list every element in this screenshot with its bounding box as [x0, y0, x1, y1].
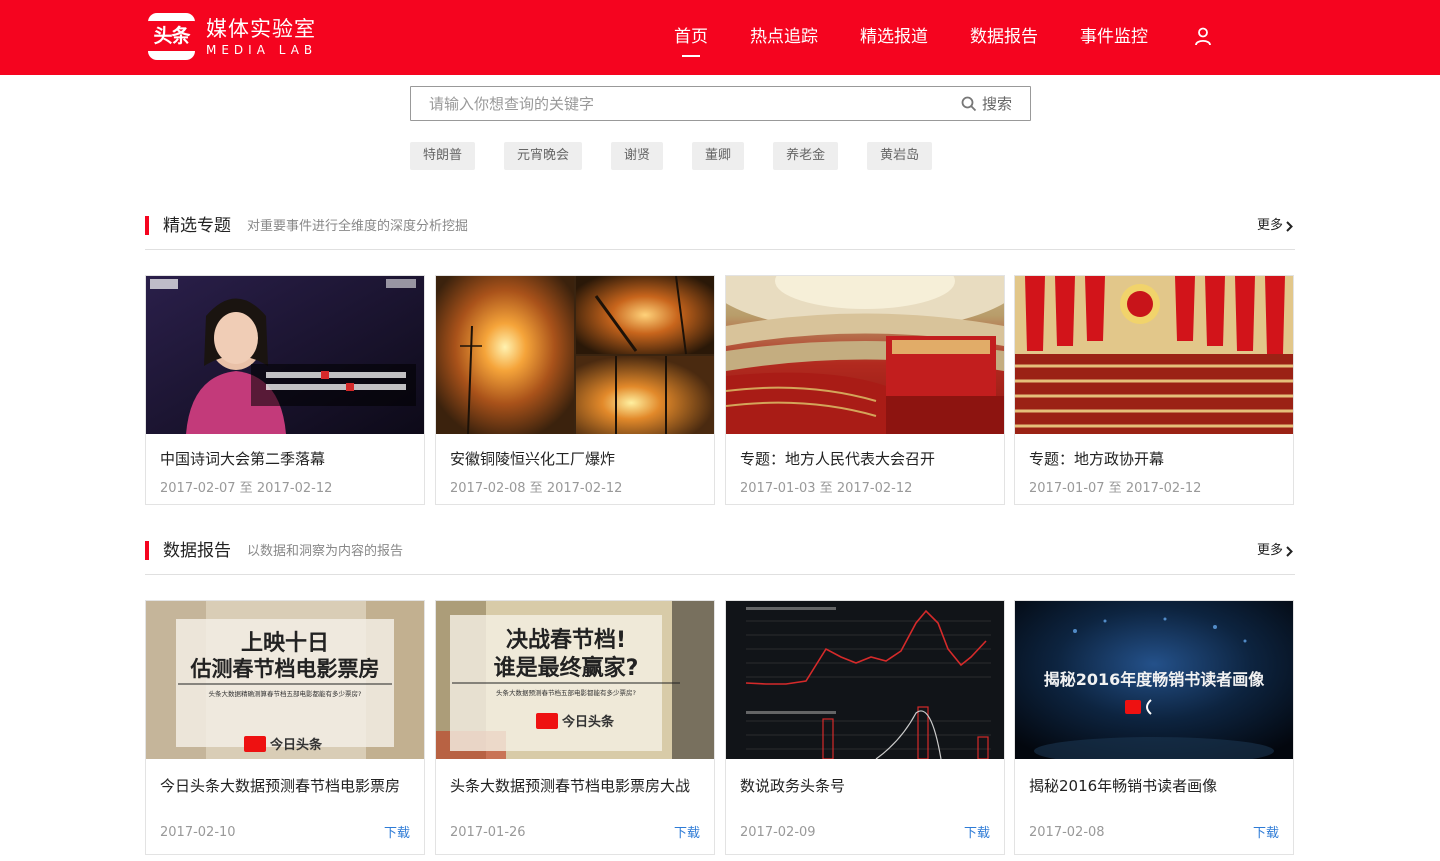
thumb-headline: 估测春节档电影票房	[190, 657, 380, 681]
hot-tag[interactable]: 谢贤	[611, 142, 664, 170]
report-card[interactable]: 决战春节档! 谁是最终赢家? 头条大数据预测春节档五部电影都能有多少票房? 今日…	[435, 600, 715, 855]
nav-item-home[interactable]: 首页	[674, 0, 708, 75]
more-label: 更多	[1256, 218, 1283, 233]
featured-card[interactable]: 专题：地方政协开幕 2017-01-07 至 2017-02-12	[1014, 275, 1294, 505]
card-title: 专题：地方政协开幕	[1029, 450, 1165, 468]
thumb-brand: 今日头条	[269, 737, 323, 753]
featured-card[interactable]: 专题：地方人民代表大会召开 2017-01-03 至 2017-02-12	[725, 275, 1005, 505]
hot-tag[interactable]: 黄岩岛	[867, 142, 933, 170]
nav-item-event-monitor[interactable]: 事件监控	[1080, 0, 1148, 75]
download-link[interactable]: 下载	[1253, 822, 1279, 841]
search-icon	[961, 96, 977, 111]
card-title: 专题：地方人民代表大会召开	[740, 450, 936, 468]
card-thumbnail	[726, 276, 1004, 434]
logo-cn: 媒体实验室	[206, 16, 316, 41]
card-thumbnail: 决战春节档! 谁是最终赢家? 头条大数据预测春节档五部电影都能有多少票房? 今日…	[436, 601, 714, 759]
download-link[interactable]: 下载	[674, 822, 700, 841]
user-icon[interactable]	[1193, 26, 1213, 46]
featured-more-link[interactable]: 更多	[1257, 214, 1293, 238]
section-subtitle: 以数据和洞察为内容的报告	[247, 544, 404, 559]
search-input[interactable]	[411, 87, 941, 120]
reports-more-link[interactable]: 更多	[1257, 539, 1293, 563]
report-card[interactable]: 数说政务头条号 2017-02-09 下载	[725, 600, 1005, 855]
hot-tags: 特朗普 元宵晚会 谢贤 董卿 养老金 黄岩岛	[410, 142, 961, 170]
nav-item-data-reports[interactable]: 数据报告	[970, 0, 1038, 75]
card-thumbnail: 上映十日 估测春节档电影票房 头条大数据精确测算春节档五部电影都能有多少票房? …	[146, 601, 424, 759]
top-nav-bar: 头条 媒体实验室 MEDIA LAB 首页 热点追踪 精选报道 数据报告 事件监…	[0, 0, 1440, 75]
thumb-subtitle: 头条大数据预测春节档五部电影都能有多少票房?	[496, 688, 636, 697]
chevron-right-icon	[1286, 220, 1293, 232]
thumb-headline: 谁是最终赢家?	[494, 655, 639, 681]
card-date: 2017-02-08 至 2017-02-12	[450, 481, 623, 496]
thumb-subtitle: 头条大数据精确测算春节档五部电影都能有多少票房?	[209, 689, 362, 698]
card-thumbnail	[436, 276, 714, 434]
logo-text: 媒体实验室 MEDIA LAB	[206, 17, 317, 57]
card-date: 2017-01-07 至 2017-02-12	[1029, 481, 1202, 496]
logo-badge: 头条	[148, 13, 195, 60]
hot-tag[interactable]: 元宵晚会	[504, 142, 583, 170]
search-button-label: 搜索	[981, 95, 1012, 113]
logo-badge-text: 头条	[148, 21, 195, 51]
search-button[interactable]: 搜索	[961, 87, 1012, 120]
thumb-brand: 今日头条	[561, 714, 615, 730]
search-box: 搜索	[410, 86, 1031, 121]
hot-tag[interactable]: 养老金	[773, 142, 839, 170]
nav-item-featured-reports[interactable]: 精选报道	[860, 0, 928, 75]
download-link[interactable]: 下载	[384, 822, 410, 841]
thumb-headline: 决战春节档!	[506, 628, 626, 653]
thumb-headline: 上映十日	[241, 631, 329, 656]
card-thumbnail	[1015, 276, 1293, 434]
card-date: 2017-01-26	[450, 825, 526, 840]
card-title: 安徽铜陵恒兴化工厂爆炸	[450, 450, 616, 468]
featured-card[interactable]: 安徽铜陵恒兴化工厂爆炸 2017-02-08 至 2017-02-12	[435, 275, 715, 505]
section-accent-bar	[145, 216, 149, 235]
card-date: 2017-02-08	[1029, 825, 1105, 840]
card-title: 揭秘2016年畅销书读者画像	[1029, 777, 1218, 795]
card-date: 2017-02-10	[160, 825, 236, 840]
section-divider	[145, 249, 1295, 250]
thumb-headline: 揭秘2016年度畅销书读者画像	[1044, 670, 1266, 689]
card-thumbnail	[726, 601, 1004, 759]
card-title: 头条大数据预测春节档电影票房大战	[450, 777, 691, 795]
section-subtitle: 对重要事件进行全维度的深度分析挖掘	[247, 219, 469, 234]
section-title: 数据报告	[163, 541, 231, 561]
card-date: 2017-02-09	[740, 825, 816, 840]
card-date: 2017-01-03 至 2017-02-12	[740, 481, 913, 496]
report-card[interactable]: 上映十日 估测春节档电影票房 头条大数据精确测算春节档五部电影都能有多少票房? …	[145, 600, 425, 855]
card-title: 数说政务头条号	[740, 777, 846, 795]
card-thumbnail: 揭秘2016年度畅销书读者画像	[1015, 601, 1293, 759]
logo-en: MEDIA LAB	[206, 42, 318, 57]
chevron-right-icon	[1286, 545, 1293, 557]
more-label: 更多	[1256, 543, 1283, 558]
card-title: 中国诗词大会第二季落幕	[160, 450, 326, 468]
card-thumbnail	[146, 276, 424, 434]
site-logo[interactable]: 头条 媒体实验室 MEDIA LAB	[148, 13, 317, 60]
hot-tag[interactable]: 董卿	[692, 142, 745, 170]
card-date: 2017-02-07 至 2017-02-12	[160, 481, 333, 496]
featured-card[interactable]: 中国诗词大会第二季落幕 2017-02-07 至 2017-02-12	[145, 275, 425, 505]
section-divider	[145, 574, 1295, 575]
featured-section-header: 精选专题 对重要事件进行全维度的深度分析挖掘 更多	[145, 213, 1295, 239]
main-nav: 首页 热点追踪 精选报道 数据报告 事件监控	[674, 0, 1190, 75]
section-accent-bar	[145, 541, 149, 560]
reports-section-header: 数据报告 以数据和洞察为内容的报告 更多	[145, 538, 1295, 564]
hot-tag[interactable]: 特朗普	[410, 142, 476, 170]
nav-item-hot-tracking[interactable]: 热点追踪	[750, 0, 818, 75]
card-title: 今日头条大数据预测春节档电影票房	[160, 777, 401, 795]
report-card[interactable]: 揭秘2016年度畅销书读者画像 揭秘2016年畅销书读者画像 2017-02-0…	[1014, 600, 1294, 855]
download-link[interactable]: 下载	[964, 822, 990, 841]
section-title: 精选专题	[163, 216, 231, 236]
